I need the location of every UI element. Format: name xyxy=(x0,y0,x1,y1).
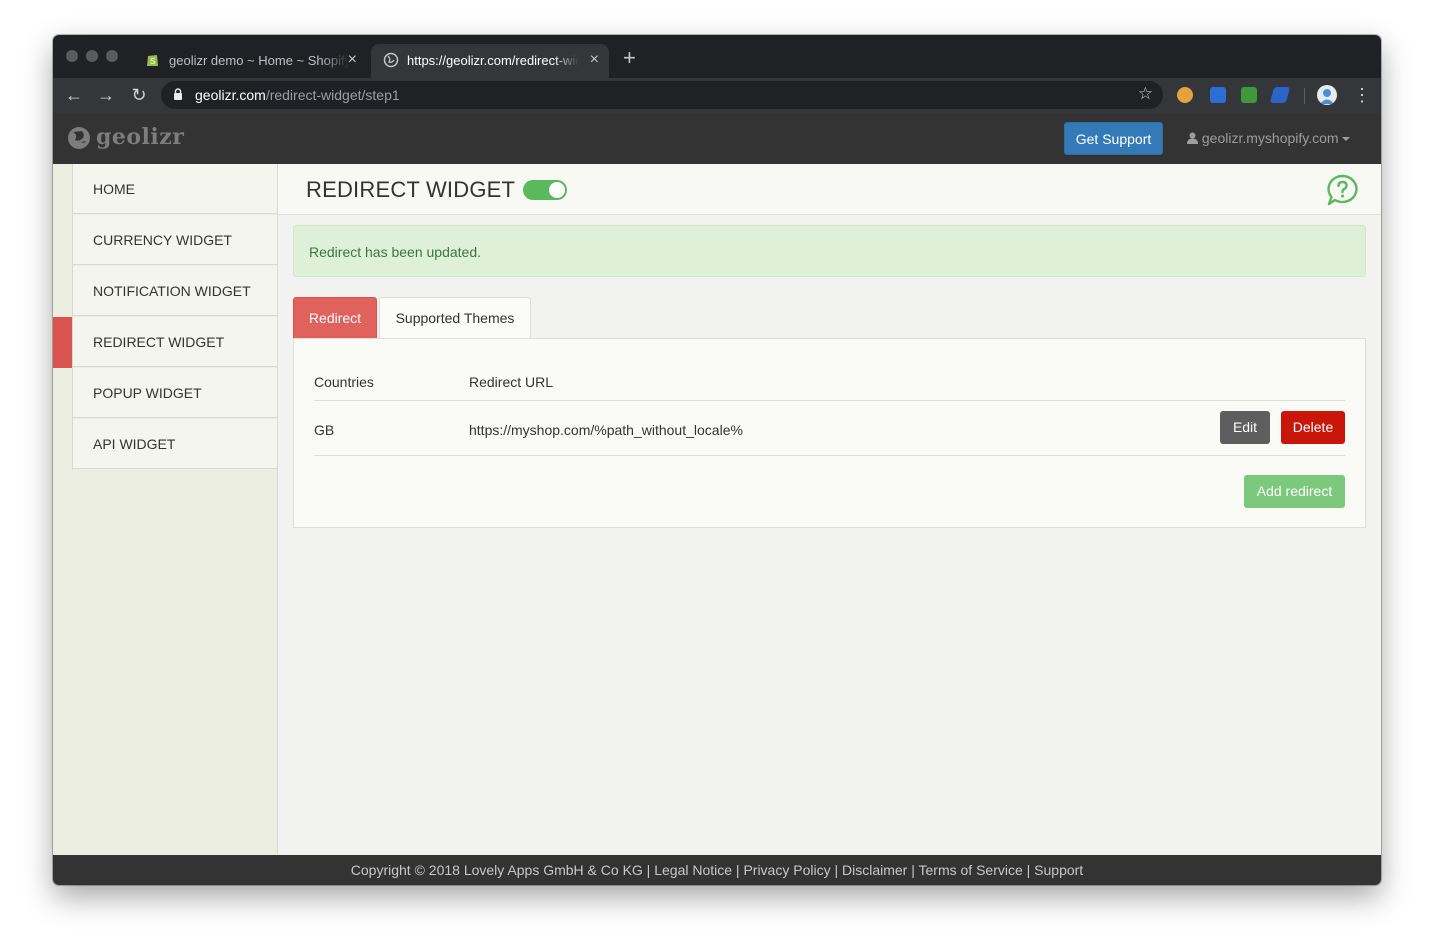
sidebar-item-label: POPUP WIDGET xyxy=(93,385,202,401)
cookie-extension-icon[interactable] xyxy=(1177,87,1193,103)
column-header-redirect-url: Redirect URL xyxy=(469,374,554,390)
window-minimize-dot[interactable] xyxy=(86,50,98,62)
browser-tab-shopify[interactable]: S geolizr demo ~ Home ~ Shopify × xyxy=(133,44,367,78)
main-content: REDIRECT WIDGET Redirect has been update… xyxy=(278,164,1381,855)
caret-down-icon xyxy=(1341,137,1350,142)
row-country: GB xyxy=(314,422,335,438)
sidebar-item-redirect-widget[interactable]: REDIRECT WIDGET xyxy=(73,317,277,367)
new-tab-icon[interactable]: + xyxy=(623,47,636,69)
translate-extension-icon[interactable] xyxy=(1210,87,1226,103)
lock-icon xyxy=(174,88,182,100)
sidebar-item-label: API WIDGET xyxy=(93,436,176,452)
window-zoom-dot[interactable] xyxy=(106,50,118,62)
sidebar-item-label: REDIRECT WIDGET xyxy=(93,334,225,350)
account-name: geolizr.myshopify.com xyxy=(1201,130,1339,146)
active-nav-marker xyxy=(53,317,72,368)
feather-extension-icon[interactable] xyxy=(1269,87,1291,103)
tab-redirect[interactable]: Redirect xyxy=(293,297,377,339)
account-dropdown[interactable]: geolizr.myshopify.com xyxy=(1187,130,1350,146)
window-close-dot[interactable] xyxy=(66,50,78,62)
row-redirect-url: https://myshop.com/%path_without_locale% xyxy=(469,422,743,438)
reload-icon[interactable]: ↻ xyxy=(128,84,150,106)
page-title-bar: REDIRECT WIDGET xyxy=(278,164,1381,215)
plant-extension-icon[interactable] xyxy=(1241,87,1257,103)
address-host: geolizr.com xyxy=(195,87,266,103)
browser-tab-geolizr[interactable]: https://geolizr.com/redirect-widget/step… xyxy=(371,44,609,78)
help-chat-icon[interactable] xyxy=(1326,174,1359,206)
sidebar-item-home[interactable]: HOME xyxy=(73,164,277,214)
address-bar[interactable]: geolizr.com/redirect-widget/step1 ☆ xyxy=(161,81,1163,109)
column-header-countries: Countries xyxy=(314,374,374,390)
globe-icon xyxy=(383,52,399,68)
sidebar-item-label: CURRENCY WIDGET xyxy=(93,232,232,248)
add-redirect-button[interactable]: Add redirect xyxy=(1244,475,1345,508)
sidebar-item-label: HOME xyxy=(93,181,135,197)
address-url: geolizr.com/redirect-widget/step1 xyxy=(195,87,400,103)
forward-icon[interactable]: → xyxy=(95,84,117,106)
browser-window: S geolizr demo ~ Home ~ Shopify × https:… xyxy=(53,35,1381,885)
tab-supported-themes[interactable]: Supported Themes xyxy=(379,297,531,339)
profile-avatar-icon[interactable] xyxy=(1317,85,1337,105)
sidebar-item-api-widget[interactable]: API WIDGET xyxy=(73,419,277,469)
alert-message: Redirect has been updated. xyxy=(309,244,482,260)
bookmark-star-icon[interactable]: ☆ xyxy=(1138,84,1153,104)
browser-toolbar: ← → ↻ geolizr.com/redirect-widget/step1 … xyxy=(53,78,1381,113)
redirect-panel: Countries Redirect URL GB https://myshop… xyxy=(293,338,1366,528)
delete-button[interactable]: Delete xyxy=(1281,411,1345,444)
table-divider xyxy=(314,455,1345,456)
toggle-knob xyxy=(549,182,565,198)
page-title: REDIRECT WIDGET xyxy=(306,177,516,202)
tab-close-icon[interactable]: × xyxy=(590,51,599,69)
footer-text[interactable]: Copyright © 2018 Lovely Apps GmbH & Co K… xyxy=(351,862,1083,878)
table-divider xyxy=(314,400,1345,401)
sidebar: HOME CURRENCY WIDGET NOTIFICATION WIDGET… xyxy=(53,164,278,855)
app-header: geolizr Get Support geolizr.myshopify.co… xyxy=(53,113,1381,164)
tab-close-icon[interactable]: × xyxy=(348,51,357,69)
address-path: /redirect-widget/step1 xyxy=(265,87,400,103)
chrome-menu-icon[interactable]: ⋮ xyxy=(1353,83,1371,107)
tab-strip: S geolizr demo ~ Home ~ Shopify × https:… xyxy=(53,35,1381,78)
shopify-icon: S xyxy=(147,55,158,66)
edit-button[interactable]: Edit xyxy=(1220,411,1270,444)
back-icon[interactable]: ← xyxy=(63,84,85,106)
user-icon xyxy=(1187,132,1198,144)
svg-text:S: S xyxy=(150,57,155,66)
success-alert: Redirect has been updated. xyxy=(293,225,1366,277)
globe-logo-icon xyxy=(68,127,90,149)
sidebar-item-label: NOTIFICATION WIDGET xyxy=(93,283,251,299)
logo-text: geolizr xyxy=(96,124,185,150)
tab-title: geolizr demo ~ Home ~ Shopify xyxy=(169,53,349,68)
sidebar-item-currency-widget[interactable]: CURRENCY WIDGET xyxy=(73,215,277,265)
tab-title: https://geolizr.com/redirect-widget/step… xyxy=(407,53,579,68)
toolbar-separator xyxy=(1304,88,1305,104)
get-support-button[interactable]: Get Support xyxy=(1064,122,1163,155)
widget-enable-toggle[interactable] xyxy=(523,180,567,200)
footer: Copyright © 2018 Lovely Apps GmbH & Co K… xyxy=(53,855,1381,885)
sidebar-item-popup-widget[interactable]: POPUP WIDGET xyxy=(73,368,277,418)
sidebar-item-notification-widget[interactable]: NOTIFICATION WIDGET xyxy=(73,266,277,316)
